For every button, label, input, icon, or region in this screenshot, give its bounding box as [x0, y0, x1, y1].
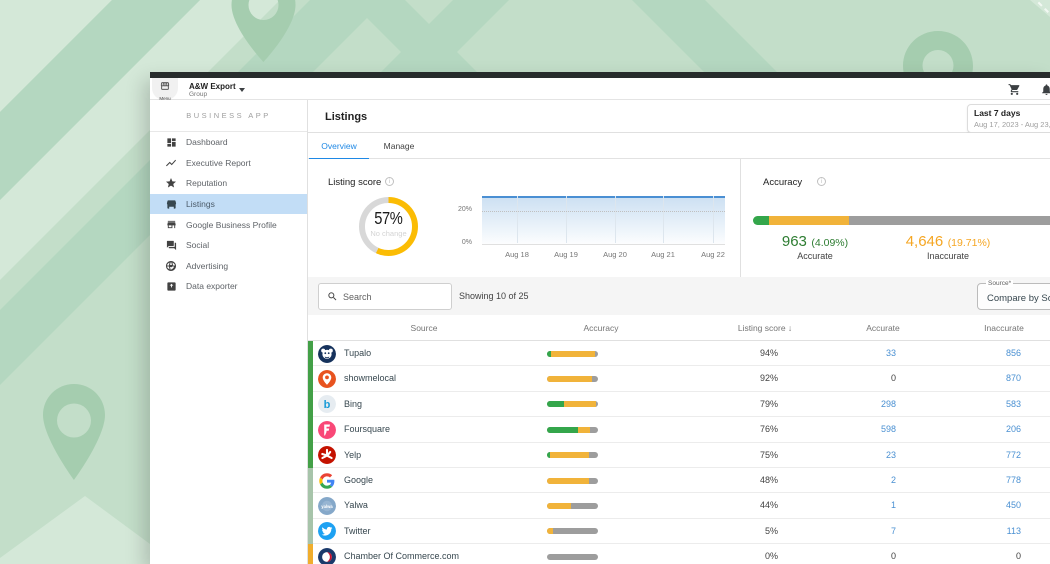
- svg-text:yalwa: yalwa: [321, 504, 333, 509]
- svg-text:b: b: [324, 399, 331, 411]
